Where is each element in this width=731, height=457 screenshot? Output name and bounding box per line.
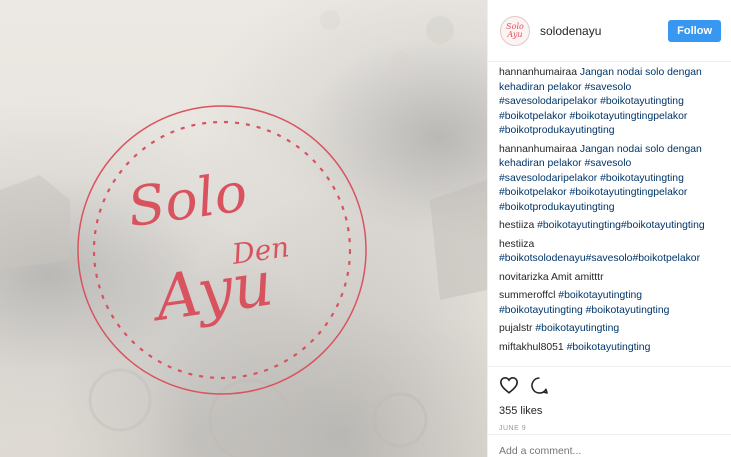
comment-text: #boikotsolodenayu#savesolo#boikotpelakor xyxy=(499,253,701,264)
username-link[interactable]: solodenayu xyxy=(540,24,668,38)
avatar[interactable]: Solo Ayu xyxy=(500,15,530,46)
comment-item: pujalstr #boikotayutingting xyxy=(499,322,725,337)
comment-username[interactable]: pujalstr xyxy=(499,323,533,334)
comment-item: summeroffcl #boikotayutingting #boikotay… xyxy=(499,289,725,318)
logo-text-solo: Solo xyxy=(124,160,251,239)
solo-den-ayu-logo: Solo Den Ayu xyxy=(77,105,367,395)
comment-item: hestiiza #boikotayutingting#boikotayutin… xyxy=(499,219,725,234)
comment-username[interactable]: hannanhumairaa xyxy=(499,144,577,155)
comment-username[interactable]: summeroffcl xyxy=(499,290,555,301)
post-sidebar: Solo Ayu solodenayu Follow hannanhumaira… xyxy=(487,0,731,457)
follow-button[interactable]: Follow xyxy=(668,19,721,42)
comment-username[interactable]: hestiiza xyxy=(499,239,534,250)
comment-text: #boikotayutingting xyxy=(535,323,620,334)
heart-icon[interactable] xyxy=(499,376,519,394)
post-actions: 355 likes JUNE 9 xyxy=(488,366,731,432)
comment-username[interactable]: miftakhul8051 xyxy=(499,342,564,353)
comment-icon[interactable] xyxy=(530,376,549,395)
likes-count[interactable]: 355 likes xyxy=(499,405,721,417)
comment-username[interactable]: hestiiza xyxy=(499,220,534,231)
avatar-text-ayu: Ayu xyxy=(507,29,523,39)
add-comment-input[interactable] xyxy=(499,445,720,457)
post-header: Solo Ayu solodenayu Follow xyxy=(488,0,731,62)
comment-username[interactable]: novitarizka xyxy=(499,272,549,283)
comment-item: novitarizka Amit amitttr xyxy=(499,271,725,286)
post-image[interactable]: Solo Den Ayu xyxy=(0,0,487,457)
comment-username[interactable]: hannanhumairaa xyxy=(499,67,577,78)
comment-item: hestiiza #boikotsolodenayu#savesolo#boik… xyxy=(499,238,725,267)
logo-text-ayu: Ayu xyxy=(146,246,277,335)
comment-text: #boikotayutingting#boikotayutingting xyxy=(537,220,705,231)
comment-text: Amit amitttr xyxy=(551,271,604,283)
comment-item: hannanhumairaa Jangan nodai solo dengan … xyxy=(499,143,725,216)
comment-text: #boikotayutingting xyxy=(566,341,651,353)
post-date[interactable]: JUNE 9 xyxy=(499,425,721,432)
add-comment-section xyxy=(488,434,731,457)
comment-list[interactable]: hannanhumairaa Jangan nodai solo dengan … xyxy=(499,66,725,364)
comment-item: hannanhumairaa Jangan nodai solo dengan … xyxy=(499,66,725,139)
comment-item: miftakhul8051 #boikotayutingting xyxy=(499,341,725,356)
